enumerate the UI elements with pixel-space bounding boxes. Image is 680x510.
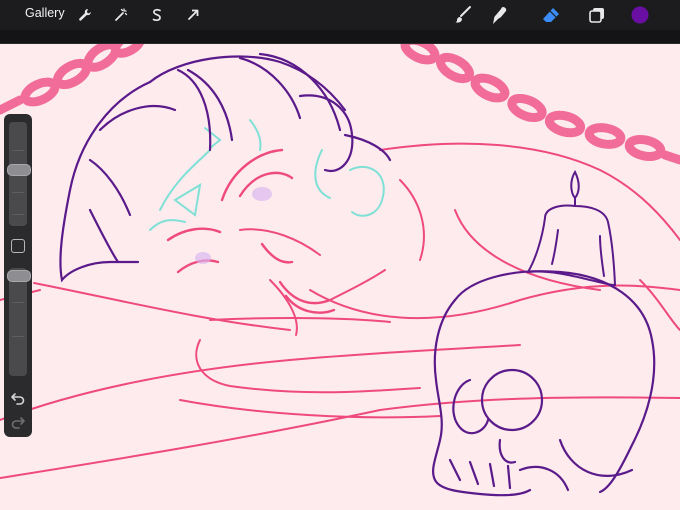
skull-outline: [432, 270, 656, 497]
opacity-thumb[interactable]: [7, 270, 31, 282]
color-swatch[interactable]: [629, 4, 651, 26]
selection-icon[interactable]: [146, 4, 168, 26]
redo-icon[interactable]: [10, 414, 26, 430]
eye-shading: [195, 187, 272, 264]
eraser-icon[interactable]: [540, 4, 562, 26]
transform-arrow-icon[interactable]: [182, 4, 204, 26]
left-sidebar: [4, 114, 32, 437]
magic-wand-icon[interactable]: [110, 4, 132, 26]
undo-icon[interactable]: [10, 390, 26, 406]
gallery-button[interactable]: Gallery: [25, 6, 65, 20]
chain-right: [400, 44, 680, 165]
opacity-slider[interactable]: [9, 268, 27, 376]
slider-tick: [12, 192, 24, 193]
brush-icon[interactable]: [452, 4, 474, 26]
smudge-icon[interactable]: [488, 4, 510, 26]
slider-tick: [12, 150, 24, 151]
candle-outline: [527, 169, 616, 286]
modify-button[interactable]: [11, 239, 25, 253]
wrench-icon[interactable]: [74, 4, 96, 26]
brush-size-thumb[interactable]: [7, 164, 31, 176]
slider-tick: [12, 214, 24, 215]
drawing-canvas[interactable]: [0, 44, 680, 510]
slider-tick: [12, 336, 24, 337]
top-toolbar: Gallery: [0, 0, 680, 30]
face-sketch: [166, 148, 336, 314]
slider-tick: [12, 302, 24, 303]
layers-icon[interactable]: [586, 4, 608, 26]
hair-outline: [59, 52, 392, 283]
toolbar-shadow-strip: [0, 30, 680, 44]
artwork: [0, 44, 680, 497]
